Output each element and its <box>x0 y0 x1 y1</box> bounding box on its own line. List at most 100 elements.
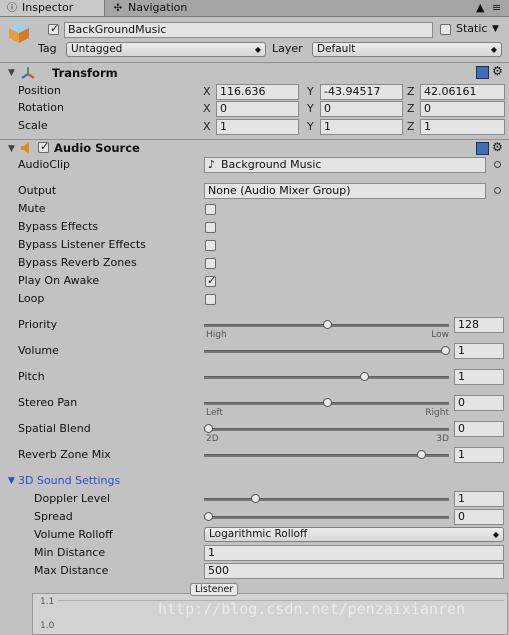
tab-navigation[interactable]: ✣ Navigation <box>106 0 206 16</box>
transform-z-field[interactable]: 42.06161 <box>420 84 505 100</box>
toggle-checkbox[interactable] <box>205 274 216 287</box>
object-picker-icon[interactable] <box>494 161 501 168</box>
slider-max-label: Low <box>431 330 449 340</box>
axis-label-x: X <box>203 120 211 133</box>
transform-y-field[interactable]: 0 <box>320 101 403 117</box>
layer-dropdown[interactable]: Default ◆ <box>312 42 502 57</box>
doppler-slider-track[interactable] <box>204 498 449 501</box>
listener-badge: Listener <box>190 583 239 596</box>
slider-label: Reverb Zone Mix <box>18 448 111 461</box>
tag-label: Tag <box>38 42 57 55</box>
transform-z-field[interactable]: 1 <box>420 119 505 135</box>
audio-source-title: Audio Source <box>54 141 140 155</box>
object-picker-icon[interactable] <box>494 187 501 194</box>
transform-x-field[interactable]: 116.636 <box>216 84 299 100</box>
toggle-checkbox[interactable] <box>205 204 216 215</box>
speaker-icon <box>21 142 29 154</box>
graph-tick-label: 1.0 <box>40 621 55 631</box>
divider <box>0 62 509 63</box>
gameobject-cube-icon <box>9 23 29 43</box>
settings-gear-icon[interactable]: ⚙ <box>492 140 503 154</box>
divider <box>0 139 509 140</box>
slider-track[interactable] <box>204 376 449 379</box>
slider-value-field[interactable]: 1 <box>454 369 504 385</box>
slider-thumb[interactable] <box>360 372 370 381</box>
slider-label: Spatial Blend <box>18 422 91 435</box>
axis-label-x: X <box>203 85 211 98</box>
doppler-level-label: Doppler Level <box>34 492 111 505</box>
toggle-checkbox[interactable] <box>205 240 216 251</box>
info-icon: ⓘ <box>7 3 17 14</box>
transform-row-label: Scale <box>18 119 48 132</box>
help-icon[interactable] <box>476 66 489 79</box>
audio-file-icon: ♪ <box>208 158 216 171</box>
axis-label-z: Z <box>407 85 415 98</box>
static-dropdown-icon[interactable]: ▼ <box>492 24 499 34</box>
toggle-checkbox[interactable] <box>205 294 216 305</box>
slider-value-field[interactable]: 1 <box>454 447 504 463</box>
slider-track[interactable] <box>204 454 449 457</box>
output-field[interactable]: None (Audio Mixer Group) <box>204 183 486 199</box>
toggle-label: Bypass Reverb Zones <box>18 256 137 269</box>
slider-min-label: 2D <box>206 434 219 444</box>
slider-thumb[interactable] <box>417 450 427 459</box>
toggle-label: Loop <box>18 292 45 305</box>
transform-x-field[interactable]: 0 <box>216 101 299 117</box>
slider-track[interactable] <box>204 428 449 431</box>
volume-rolloff-dropdown[interactable]: Logarithmic Rolloff ◆ <box>204 527 504 542</box>
slider-min-label: High <box>206 330 227 340</box>
spread-value-field[interactable]: 0 <box>454 509 504 525</box>
3d-sound-settings-title[interactable]: 3D Sound Settings <box>18 474 120 487</box>
tab-inspector[interactable]: ⓘ Inspector <box>0 0 105 16</box>
audioclip-label: AudioClip <box>18 158 71 171</box>
spread-label: Spread <box>34 510 73 523</box>
toggle-checkbox[interactable] <box>205 258 216 269</box>
slider-value-field[interactable]: 128 <box>454 317 504 333</box>
doppler-value-field[interactable]: 1 <box>454 491 504 507</box>
doppler-slider-thumb[interactable] <box>251 494 261 503</box>
3d-settings-foldout-icon[interactable]: ▼ <box>8 476 15 486</box>
slider-value-field[interactable]: 0 <box>454 421 504 437</box>
spread-slider-thumb[interactable] <box>204 512 213 521</box>
toggle-checkbox[interactable] <box>205 222 216 233</box>
axis-label-z: Z <box>407 120 415 133</box>
panel-menu-icon[interactable]: ≡ <box>492 1 501 14</box>
axis-label-y: Y <box>307 120 314 133</box>
audio-enabled-checkbox[interactable] <box>38 140 49 153</box>
static-label: Static <box>456 22 488 35</box>
toggle-label: Play On Awake <box>18 274 100 287</box>
transform-x-field[interactable]: 1 <box>216 119 299 135</box>
slider-track[interactable] <box>204 350 449 353</box>
slider-max-label: 3D <box>436 434 449 444</box>
transform-y-field[interactable]: 1 <box>320 119 403 135</box>
max-distance-field[interactable]: 500 <box>204 563 504 579</box>
slider-thumb[interactable] <box>204 424 213 433</box>
object-name-field[interactable]: BackGroundMusic <box>64 22 433 38</box>
toggle-label: Bypass Listener Effects <box>18 238 146 251</box>
slider-label: Volume <box>18 344 59 357</box>
axis-label-z: Z <box>407 102 415 115</box>
help-icon[interactable] <box>476 142 489 155</box>
axis-label-y: Y <box>307 85 314 98</box>
tag-dropdown[interactable]: Untagged ◆ <box>66 42 266 57</box>
slider-value-field[interactable]: 0 <box>454 395 504 411</box>
transform-y-field[interactable]: -43.94517 <box>320 84 403 100</box>
static-checkbox[interactable] <box>440 24 451 35</box>
min-distance-field[interactable]: 1 <box>204 545 504 561</box>
slider-thumb[interactable] <box>322 398 332 407</box>
spread-slider-track[interactable] <box>204 516 449 519</box>
audioclip-field[interactable]: ♪ Background Music <box>204 157 486 173</box>
chevron-updown-icon: ◆ <box>492 530 499 539</box>
slider-thumb[interactable] <box>441 346 450 355</box>
transform-z-field[interactable]: 0 <box>420 101 505 117</box>
slider-value-field[interactable]: 1 <box>454 343 504 359</box>
slider-thumb[interactable] <box>322 320 332 329</box>
transform-icon <box>21 67 35 79</box>
axis-label-y: Y <box>307 102 314 115</box>
lock-icon[interactable]: ▲ <box>476 1 484 14</box>
settings-gear-icon[interactable]: ⚙ <box>492 64 503 78</box>
active-checkbox[interactable] <box>48 22 59 35</box>
audio-foldout-icon[interactable]: ▼ <box>8 144 15 154</box>
toggle-label: Bypass Effects <box>18 220 99 233</box>
transform-foldout-icon[interactable]: ▼ <box>8 68 15 78</box>
